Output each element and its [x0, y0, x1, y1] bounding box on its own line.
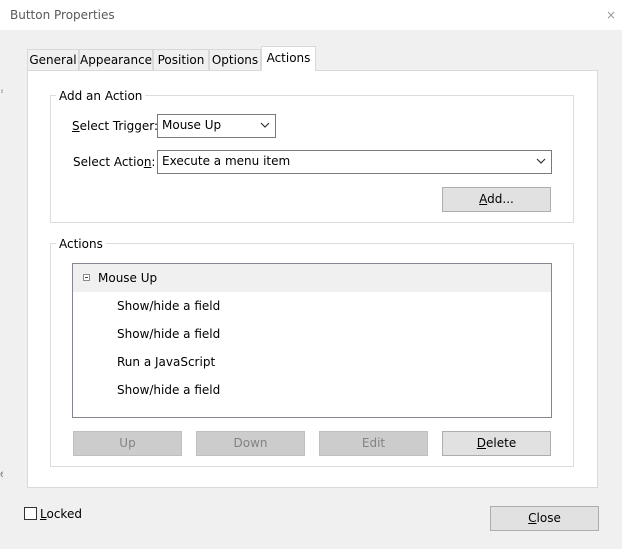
window-title: Button Properties — [10, 8, 115, 22]
down-button[interactable]: Down — [196, 431, 305, 456]
chevron-down-icon — [536, 158, 546, 164]
select-trigger-dropdown[interactable]: Mouse Up — [157, 114, 276, 138]
tab-general[interactable]: General — [27, 49, 79, 70]
delete-button[interactable]: Delete — [442, 431, 551, 456]
select-action-dropdown[interactable]: Execute a menu item — [157, 150, 552, 174]
action-label-start: Select Actio — [73, 155, 144, 169]
tab-appearance[interactable]: Appearance — [79, 49, 153, 70]
tree-child-row[interactable]: Show/hide a field — [117, 320, 220, 348]
add-action-group-label: Add an Action — [56, 89, 146, 103]
locked-label[interactable]: Locked — [40, 507, 82, 521]
chevron-down-icon — [260, 122, 270, 128]
trigger-mnemonic: S — [72, 119, 80, 133]
tree-child-row[interactable]: Show/hide a field — [117, 292, 220, 320]
trigger-label-rest: elect Trigger: — [79, 119, 159, 133]
locked-label-rest: ocked — [46, 507, 82, 521]
select-trigger-value: Mouse Up — [162, 118, 222, 132]
background-edge-mark: e — [0, 469, 3, 480]
minus-box-icon[interactable] — [83, 274, 90, 281]
delete-mnemonic: D — [476, 436, 487, 450]
select-action-value: Execute a menu item — [162, 154, 291, 168]
add-mnemonic: A — [479, 192, 488, 206]
action-label-end: : — [151, 155, 156, 169]
edit-button[interactable]: Edit — [319, 431, 428, 456]
tab-options[interactable]: Options — [209, 49, 261, 70]
select-action-label: Select Action: — [73, 155, 155, 169]
title-bar: Button Properties × — [0, 0, 622, 30]
close-mnemonic: C — [528, 511, 537, 525]
background-edge-mark: = — [0, 86, 3, 97]
tree-child-row[interactable]: Show/hide a field — [117, 376, 220, 404]
close-label-rest: lose — [536, 511, 561, 525]
actions-tree[interactable]: Mouse Up Show/hide a field Show/hide a f… — [72, 263, 552, 418]
select-trigger-label: Select Trigger: — [72, 119, 158, 133]
close-window-icon[interactable]: × — [602, 6, 620, 24]
delete-label-rest: elete — [486, 436, 517, 450]
tab-actions[interactable]: Actions — [261, 46, 316, 71]
up-button[interactable]: Up — [73, 431, 182, 456]
actions-group-label: Actions — [56, 237, 106, 251]
tree-child-row[interactable]: Run a JavaScript — [117, 348, 215, 376]
tree-root-row[interactable]: Mouse Up — [73, 264, 551, 292]
tab-position[interactable]: Position — [153, 49, 209, 70]
locked-checkbox[interactable] — [24, 507, 37, 520]
close-button[interactable]: Close — [490, 506, 599, 531]
tree-root-label: Mouse Up — [98, 271, 158, 285]
add-label-rest: dd... — [487, 192, 514, 206]
add-button[interactable]: Add... — [442, 187, 551, 212]
